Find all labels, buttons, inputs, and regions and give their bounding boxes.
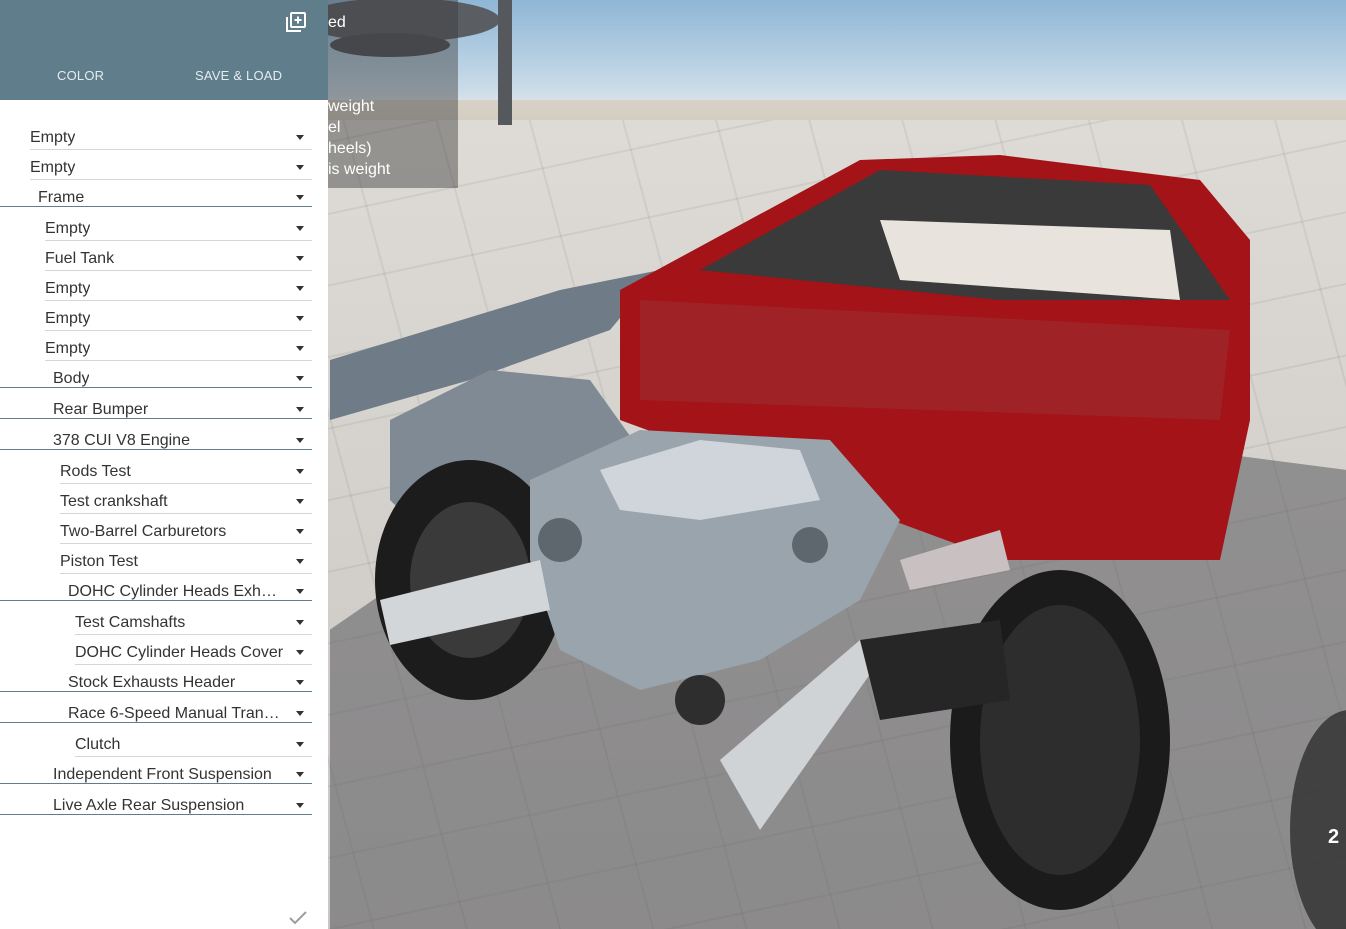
part-slot-label: Clutch: [75, 736, 121, 753]
dropdown-arrow-icon: [296, 742, 304, 747]
section-divider: [0, 418, 312, 419]
part-slot-label: Test crankshaft: [60, 493, 168, 510]
dropdown-arrow-icon: [296, 286, 304, 291]
part-slot-label: Empty: [30, 129, 76, 146]
part-slot-label: Two-Barrel Carburetors: [60, 523, 227, 540]
part-slot-label: Race 6-Speed Manual Trans...: [68, 705, 280, 722]
field-underline: [30, 149, 312, 150]
checkmark-icon[interactable]: [288, 910, 308, 926]
part-slot-select[interactable]: Rods Test: [60, 456, 312, 484]
dropdown-arrow-icon: [296, 195, 304, 200]
vehicle-info-overlay: ed weight el heels) is weight: [328, 0, 458, 188]
section-divider: [0, 449, 312, 450]
field-underline: [45, 270, 312, 271]
dropdown-arrow-icon: [296, 165, 304, 170]
info-line: heels): [328, 140, 372, 157]
part-slot-label: Frame: [38, 189, 85, 206]
part-slot-select[interactable]: Test Camshafts: [75, 607, 312, 635]
section-divider: [0, 691, 312, 692]
part-slot-label: DOHC Cylinder Heads Cover: [75, 644, 284, 661]
part-slot-label: Independent Front Suspension: [53, 766, 272, 783]
part-slot-select[interactable]: Fuel Tank: [45, 243, 312, 271]
part-slot-label: Empty: [45, 280, 91, 297]
info-line: el: [328, 119, 341, 136]
field-underline: [45, 330, 312, 331]
part-slot-select[interactable]: Piston Test: [60, 546, 312, 574]
part-slot-label: Fuel Tank: [45, 250, 115, 267]
part-slot-label: 378 CUI V8 Engine: [53, 432, 190, 449]
part-slot-select[interactable]: Test crankshaft: [60, 486, 312, 514]
section-divider: [0, 814, 312, 815]
dropdown-arrow-icon: [296, 620, 304, 625]
dropdown-arrow-icon: [296, 376, 304, 381]
field-underline: [75, 634, 312, 635]
info-line: weight: [328, 98, 375, 115]
section-divider: [0, 600, 312, 601]
part-slot-label: Empty: [45, 220, 91, 237]
field-underline: [60, 543, 312, 544]
part-slot-select[interactable]: Empty: [30, 152, 312, 180]
part-slot-label: Empty: [45, 340, 91, 357]
dropdown-arrow-icon: [296, 589, 304, 594]
field-underline: [75, 756, 312, 757]
dropdown-arrow-icon: [296, 772, 304, 777]
tab-color[interactable]: COLOR: [57, 68, 104, 83]
part-slot-select[interactable]: Two-Barrel Carburetors: [60, 516, 312, 544]
dropdown-arrow-icon: [296, 407, 304, 412]
section-divider: [0, 783, 312, 784]
field-underline: [45, 300, 312, 301]
section-divider: [0, 722, 312, 723]
part-slot-label: Rods Test: [60, 463, 131, 480]
part-slot-label: DOHC Cylinder Heads Exha...: [68, 583, 280, 600]
dropdown-arrow-icon: [296, 559, 304, 564]
field-underline: [60, 573, 312, 574]
dropdown-arrow-icon: [296, 529, 304, 534]
part-slot-label: Stock Exhausts Header: [68, 674, 236, 691]
part-slot-label: Piston Test: [60, 553, 138, 570]
field-underline: [60, 513, 312, 514]
field-underline: [30, 179, 312, 180]
add-box-icon[interactable]: [286, 12, 306, 32]
dropdown-arrow-icon: [296, 346, 304, 351]
info-line: is weight: [328, 161, 391, 178]
part-slot-label: Test Camshafts: [75, 614, 186, 631]
part-slot-select[interactable]: Empty: [45, 333, 312, 361]
part-slot-select[interactable]: Empty: [45, 303, 312, 331]
panel-header: COLOR SAVE & LOAD: [0, 0, 328, 100]
dropdown-arrow-icon: [296, 438, 304, 443]
dropdown-arrow-icon: [296, 711, 304, 716]
part-slot-select[interactable]: Empty: [45, 273, 312, 301]
dropdown-arrow-icon: [296, 469, 304, 474]
part-slot-select[interactable]: DOHC Cylinder Heads Cover: [75, 637, 312, 665]
dropdown-arrow-icon: [296, 135, 304, 140]
gear-indicator: 2: [1328, 826, 1340, 848]
dropdown-arrow-icon: [296, 499, 304, 504]
dropdown-arrow-icon: [296, 226, 304, 231]
part-slot-select[interactable]: Empty: [45, 213, 312, 241]
part-slot-label: Live Axle Rear Suspension: [53, 797, 245, 814]
part-slot-select[interactable]: Clutch: [75, 729, 312, 757]
part-slot-label: Empty: [30, 159, 76, 176]
field-underline: [45, 360, 312, 361]
part-slot-label: Empty: [45, 310, 91, 327]
section-divider: [0, 387, 312, 388]
part-slot-select[interactable]: Empty: [30, 122, 312, 150]
field-underline: [60, 483, 312, 484]
dropdown-arrow-icon: [296, 256, 304, 261]
section-divider: [0, 206, 312, 207]
dropdown-arrow-icon: [296, 680, 304, 685]
part-slot-label: Rear Bumper: [53, 401, 149, 418]
dropdown-arrow-icon: [296, 316, 304, 321]
field-underline: [45, 240, 312, 241]
tab-save-load[interactable]: SAVE & LOAD: [195, 68, 282, 83]
dropdown-arrow-icon: [296, 803, 304, 808]
dropdown-arrow-icon: [296, 650, 304, 655]
parts-panel: COLOR SAVE & LOAD Empty Empty Frame Empt…: [0, 0, 328, 929]
field-underline: [75, 664, 312, 665]
part-slot-label: Body: [53, 370, 90, 387]
info-line: ed: [328, 14, 346, 31]
